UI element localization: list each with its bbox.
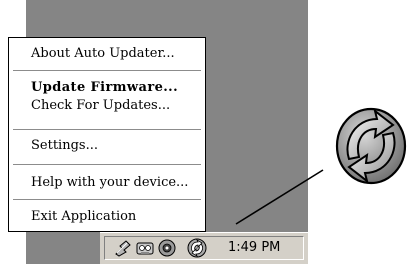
menu-item-update-firmware[interactable]: Update Firmware... — [31, 80, 178, 96]
clock[interactable]: 1:49 PM — [228, 240, 280, 255]
menu-item-exit[interactable]: Exit Application — [31, 209, 136, 225]
menu-separator — [13, 199, 201, 200]
menu-item-check-updates[interactable]: Check For Updates... — [31, 98, 170, 114]
menu-item-about[interactable]: About Auto Updater... — [31, 46, 175, 62]
context-menu: About Auto Updater... Update Firmware...… — [8, 37, 206, 232]
menu-item-help[interactable]: Help with your device... — [31, 175, 188, 191]
auto-updater-icon[interactable] — [187, 238, 207, 258]
media-icon[interactable] — [157, 238, 177, 258]
system-tray: 1:49 PM — [104, 236, 304, 260]
menu-separator — [13, 129, 201, 130]
menu-item-settings[interactable]: Settings... — [31, 138, 98, 154]
network-icon[interactable] — [113, 238, 133, 258]
menu-separator — [13, 70, 201, 71]
auto-updater-icon-enlarged — [335, 107, 407, 185]
speaker-icon[interactable] — [135, 238, 155, 258]
taskbar: 1:49 PM — [100, 232, 308, 264]
menu-separator — [13, 164, 201, 165]
